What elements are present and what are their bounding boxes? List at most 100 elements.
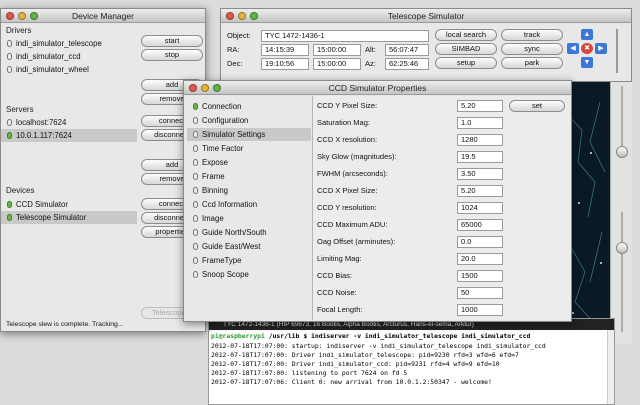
group-item-configuration[interactable]: Configuration <box>193 114 248 127</box>
zoom-slider-panel <box>610 82 632 344</box>
terminal-scrollbar[interactable] <box>607 330 614 404</box>
setting-label: Sky Glow (magnitudes): <box>317 152 397 161</box>
group-item-binning[interactable]: Binning <box>193 184 228 197</box>
slew-stop-icon[interactable]: ✖ <box>581 43 593 54</box>
setup-button[interactable]: setup <box>435 57 497 69</box>
slew-right-icon[interactable]: ▶ <box>595 43 607 54</box>
slew-left-icon[interactable]: ◀ <box>567 43 579 54</box>
telescope-slider[interactable] <box>616 29 618 73</box>
terminal-line: 2012-07-18T17:07:00: Driver indi_simulat… <box>211 360 500 368</box>
ccd-titlebar[interactable]: CCD Simulator Properties <box>184 81 571 95</box>
setting-input[interactable]: 0.0 <box>457 236 503 248</box>
group-item-guide-east-west[interactable]: Guide East/West <box>193 240 260 253</box>
simbad-button[interactable]: SIMBAD <box>435 43 497 55</box>
setting-label: Limiting Mag: <box>317 254 362 263</box>
minimize-icon[interactable] <box>201 84 209 92</box>
status-lamp-icon <box>193 243 198 250</box>
park-button[interactable]: park <box>501 57 563 69</box>
alt-label: Alt: <box>365 45 376 54</box>
close-icon[interactable] <box>226 12 234 20</box>
sync-button[interactable]: sync <box>501 43 563 55</box>
server-item-selected[interactable]: 10.0.1.117:7624 <box>1 129 137 142</box>
group-item-image[interactable]: Image <box>193 212 224 225</box>
ra-label: RA: <box>227 45 240 54</box>
terminal-line: 2012-07-18T17:07:06: Client 0: new arriv… <box>211 378 492 386</box>
server-item[interactable]: localhost:7624 <box>7 116 66 129</box>
slider-knob-top[interactable] <box>616 146 628 158</box>
slew-down-icon[interactable]: ▼ <box>581 57 593 68</box>
ccd-properties-window[interactable]: CCD Simulator Properties Connection Conf… <box>183 80 572 322</box>
group-item-snoop-scope[interactable]: Snoop Scope <box>193 268 249 281</box>
setting-input[interactable]: 20.0 <box>457 253 503 265</box>
driver-item[interactable]: indi_simulator_ccd <box>7 50 81 63</box>
close-icon[interactable] <box>6 12 14 20</box>
slider-knob-bottom[interactable] <box>616 242 628 254</box>
group-item-time-factor[interactable]: Time Factor <box>193 142 243 155</box>
telescope-titlebar[interactable]: Telescope Simulator <box>221 9 631 23</box>
stop-button[interactable]: stop <box>141 49 203 61</box>
device-item-selected[interactable]: Telescope Simulator <box>1 211 137 224</box>
slider-track-top[interactable] <box>621 86 623 146</box>
zoom-icon[interactable] <box>213 84 221 92</box>
terminal-window[interactable]: TYC 1472-1436-1 (HIP 69673, 16 Boötis, A… <box>208 318 615 405</box>
devices-heading: Devices <box>6 186 35 195</box>
servers-heading: Servers <box>6 105 34 114</box>
setting-label: Saturation Mag: <box>317 118 370 127</box>
setting-label: Focal Length: <box>317 305 363 314</box>
zoom-icon[interactable] <box>250 12 258 20</box>
set-button[interactable]: set <box>509 100 565 112</box>
minimize-icon[interactable] <box>18 12 26 20</box>
driver-item[interactable]: indi_simulator_telescope <box>7 37 102 50</box>
slew-up-icon[interactable]: ▲ <box>581 29 593 40</box>
terminal-prompt-command: /usr/lib $ indiserver -v indi_simulator_… <box>264 332 531 340</box>
status-lamp-icon <box>7 40 12 47</box>
device-manager-titlebar[interactable]: Device Manager <box>1 9 205 23</box>
minimize-icon[interactable] <box>238 12 246 20</box>
group-item-expose[interactable]: Expose <box>193 156 228 169</box>
setting-label: CCD Bias: <box>317 271 353 280</box>
dec-target-input[interactable]: 15:00:00 <box>313 58 361 70</box>
local-search-button[interactable]: local search <box>435 29 497 41</box>
zoom-icon[interactable] <box>30 12 38 20</box>
setting-input[interactable]: 1280 <box>457 134 503 146</box>
ra-target-input[interactable]: 15:00:00 <box>313 44 361 56</box>
group-item-guide-north-south[interactable]: Guide North/South <box>193 226 267 239</box>
group-item-connection[interactable]: Connection <box>193 100 241 113</box>
az-label: Az: <box>365 59 376 68</box>
telescope-title: Telescope Simulator <box>387 11 465 21</box>
status-lamp-icon <box>7 201 12 208</box>
setting-input[interactable]: 50 <box>457 287 503 299</box>
setting-input[interactable]: 3.50 <box>457 168 503 180</box>
setting-input[interactable]: 1000 <box>457 304 503 316</box>
slew-pad: ▲ ◀ ✖ ▶ ▼ <box>567 29 609 69</box>
group-item-ccd-information[interactable]: Ccd Information <box>193 198 257 211</box>
status-lamp-icon <box>193 103 198 110</box>
telescope-window[interactable]: Telescope Simulator Object: TYC 1472-143… <box>220 8 632 82</box>
terminal-line: 2012-07-18T17:07:00: startup: indiserver… <box>211 342 546 350</box>
setting-input[interactable]: 1.0 <box>457 117 503 129</box>
status-lamp-icon <box>193 215 198 222</box>
setting-input[interactable]: 19.5 <box>457 151 503 163</box>
object-input[interactable]: TYC 1472-1436-1 <box>261 30 429 42</box>
group-item-frame[interactable]: Frame <box>193 170 225 183</box>
status-lamp-icon <box>7 132 12 139</box>
device-item[interactable]: CCD Simulator <box>7 198 68 211</box>
setting-input[interactable]: 5.20 <box>457 185 503 197</box>
setting-label: CCD Y Pixel Size: <box>317 101 378 110</box>
group-item-frametype[interactable]: FrameType <box>193 254 241 267</box>
setting-input[interactable]: 65000 <box>457 219 503 231</box>
terminal-prompt-line: pi@raspberrypi /usr/lib $ indiserver -v … <box>211 332 530 341</box>
settings-panel: CCD Y Pixel Size: 5.20 set Saturation Ma… <box>312 96 570 320</box>
close-icon[interactable] <box>189 84 197 92</box>
slider-track-bottom[interactable] <box>621 212 623 332</box>
driver-item[interactable]: indi_simulator_wheel <box>7 63 89 76</box>
setting-label: CCD Y resolution: <box>317 203 377 212</box>
start-button[interactable]: start <box>141 35 203 47</box>
setting-input[interactable]: 1024 <box>457 202 503 214</box>
setting-input[interactable]: 1500 <box>457 270 503 282</box>
status-lamp-icon <box>193 117 198 124</box>
device-manager-window[interactable]: Device Manager Drivers indi_simulator_te… <box>0 8 206 332</box>
group-item-simulator-settings[interactable]: Simulator Settings <box>187 128 311 141</box>
track-button[interactable]: track <box>501 29 563 41</box>
setting-input[interactable]: 5.20 <box>457 100 503 112</box>
